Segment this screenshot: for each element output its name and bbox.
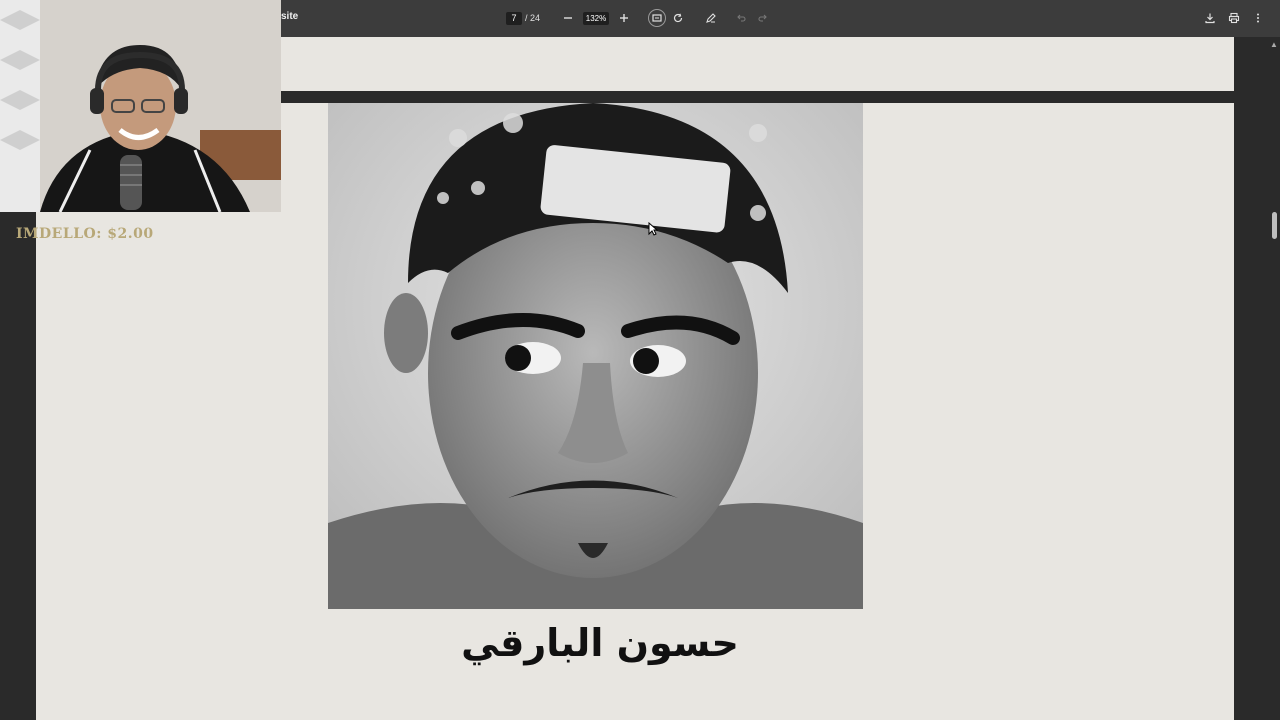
more-actions-button[interactable]: [1250, 10, 1266, 26]
page-number-input[interactable]: 7: [506, 12, 522, 25]
undo-icon: [737, 14, 746, 22]
annotate-pen-icon: [706, 13, 716, 23]
fit-to-page-button[interactable]: [648, 9, 666, 27]
photo-caption: حسون البارقي: [461, 621, 739, 665]
scroll-up-arrow-icon[interactable]: ▲: [1270, 40, 1278, 49]
vertical-scrollbar[interactable]: [1268, 37, 1280, 720]
rotate-button[interactable]: [670, 10, 686, 26]
portrait-illustration: [328, 103, 863, 609]
minus-icon: [564, 17, 572, 19]
print-icon: [1228, 12, 1240, 24]
zoom-input[interactable]: 132%: [583, 12, 609, 25]
streamer-webcam-feed: [0, 0, 281, 212]
redo-button[interactable]: [755, 10, 771, 26]
page-total: / 24: [525, 13, 541, 23]
webcam-overlay: [0, 0, 281, 212]
document-title: site: [281, 11, 299, 22]
plus-icon: [620, 14, 628, 22]
scrollbar-thumb[interactable]: [1272, 212, 1277, 239]
redo-icon: [758, 14, 767, 22]
portrait-photo: [328, 103, 863, 609]
annotate-button[interactable]: [703, 10, 719, 26]
donation-alert: IMDELLO: $2.00: [16, 226, 154, 242]
zoom-in-button[interactable]: [616, 10, 632, 26]
more-vert-icon: [1257, 13, 1259, 23]
zoom-out-button[interactable]: [560, 10, 576, 26]
download-button[interactable]: [1202, 10, 1218, 26]
mouse-cursor-icon: [648, 221, 659, 241]
rotate-icon: [673, 13, 683, 23]
download-icon: [1205, 13, 1215, 24]
undo-button[interactable]: [733, 10, 749, 26]
fit-page-icon: [652, 14, 662, 22]
print-button[interactable]: [1226, 10, 1242, 26]
